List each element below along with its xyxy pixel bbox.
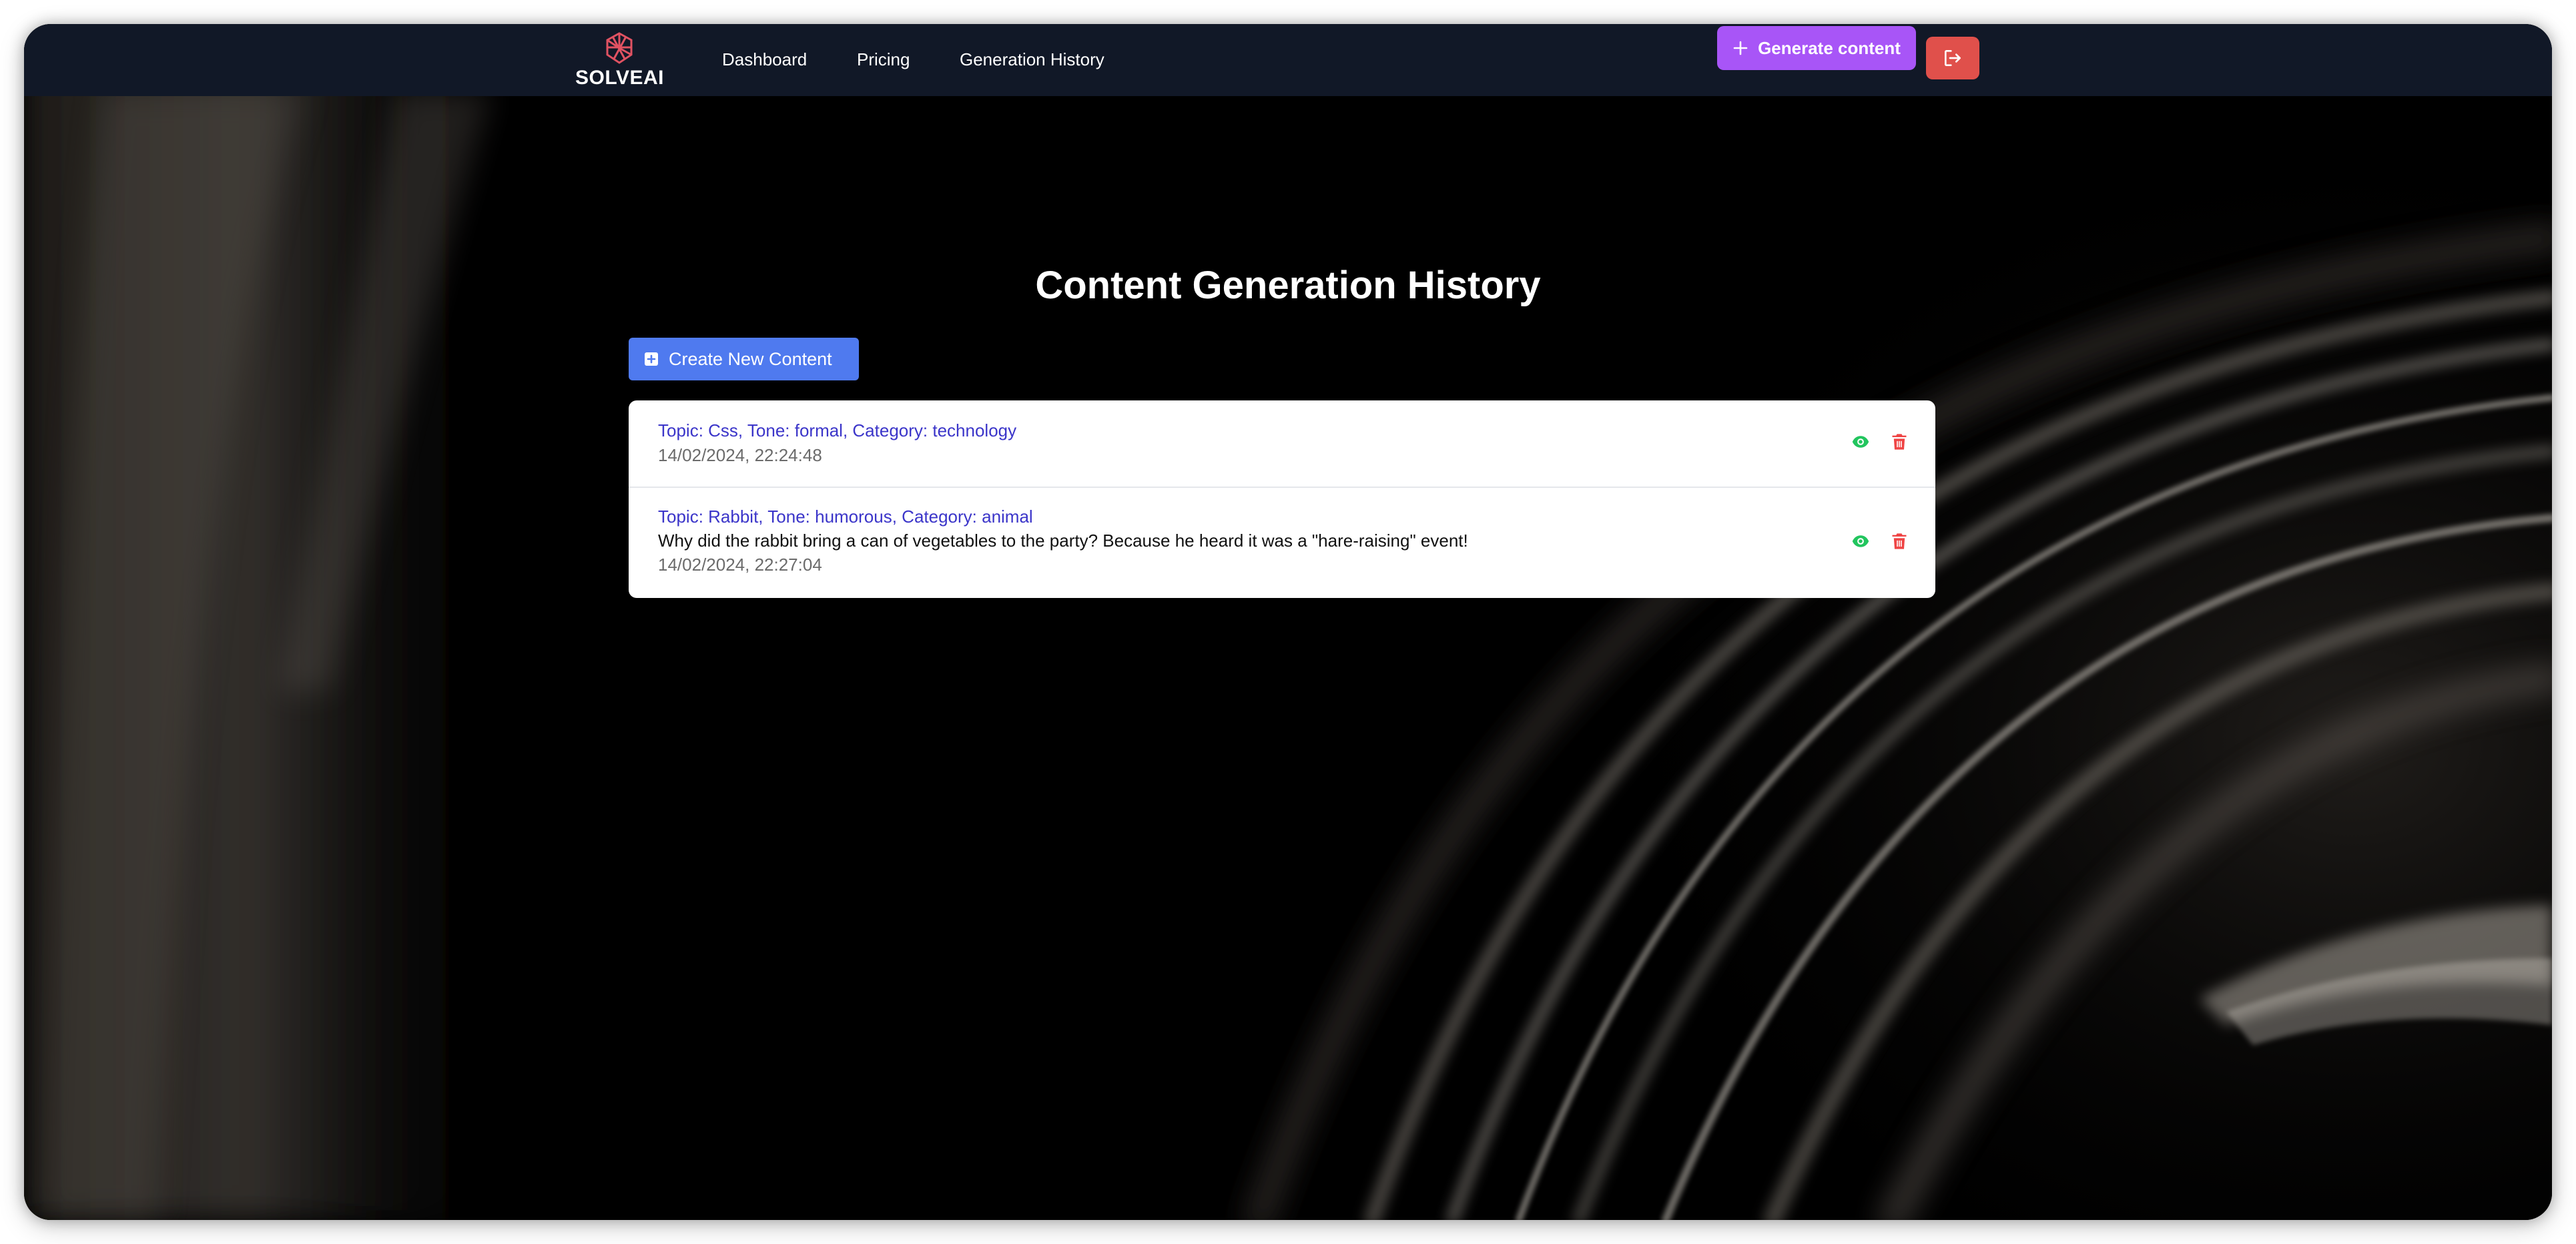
history-item[interactable]: Topic: Css, Tone: formal, Category: tech… [629,400,1935,488]
logo-icon [606,32,633,64]
delete-button[interactable] [1890,532,1909,551]
plus-square-icon [645,352,658,366]
page-title: Content Generation History [1035,264,1541,307]
generate-content-label: Generate content [1758,37,1901,58]
view-button[interactable] [1851,432,1870,451]
create-new-content-label: Create New Content [669,348,832,369]
trash-icon [1892,434,1907,450]
create-new-content-button[interactable]: Create New Content [629,338,859,380]
eye-icon [1852,436,1869,448]
logout-button[interactable] [1926,37,1979,79]
brand-logo[interactable]: SOLVEAI [575,31,664,92]
history-item-meta: Topic: Rabbit, Tone: humorous, Category:… [658,507,1033,527]
app-window: SOLVEAI Dashboard Pricing Generation His… [24,24,2552,1220]
generate-content-button[interactable]: Generate content [1717,26,1916,70]
nav-link-dashboard[interactable]: Dashboard [722,49,807,70]
history-item-date: 14/02/2024, 22:27:04 [658,555,822,575]
history-list: Topic: Css, Tone: formal, Category: tech… [629,400,1935,598]
trash-icon [1892,533,1907,549]
top-navbar: SOLVEAI Dashboard Pricing Generation His… [24,24,2552,96]
history-item-content: Why did the rabbit bring a can of vegeta… [658,531,1468,551]
background-artwork [24,24,2552,1220]
view-button[interactable] [1851,532,1870,551]
delete-button[interactable] [1890,432,1909,451]
nav-link-generation-history[interactable]: Generation History [960,49,1104,70]
history-item-date: 14/02/2024, 22:24:48 [658,445,822,465]
brand-name: SOLVEAI [575,67,664,89]
nav-link-pricing[interactable]: Pricing [857,49,910,70]
logout-icon [1945,50,1961,66]
history-item-meta: Topic: Css, Tone: formal, Category: tech… [658,420,1017,440]
eye-icon [1852,535,1869,547]
history-item[interactable]: Topic: Rabbit, Tone: humorous, Category:… [629,488,1935,598]
plus-icon [1733,41,1748,55]
